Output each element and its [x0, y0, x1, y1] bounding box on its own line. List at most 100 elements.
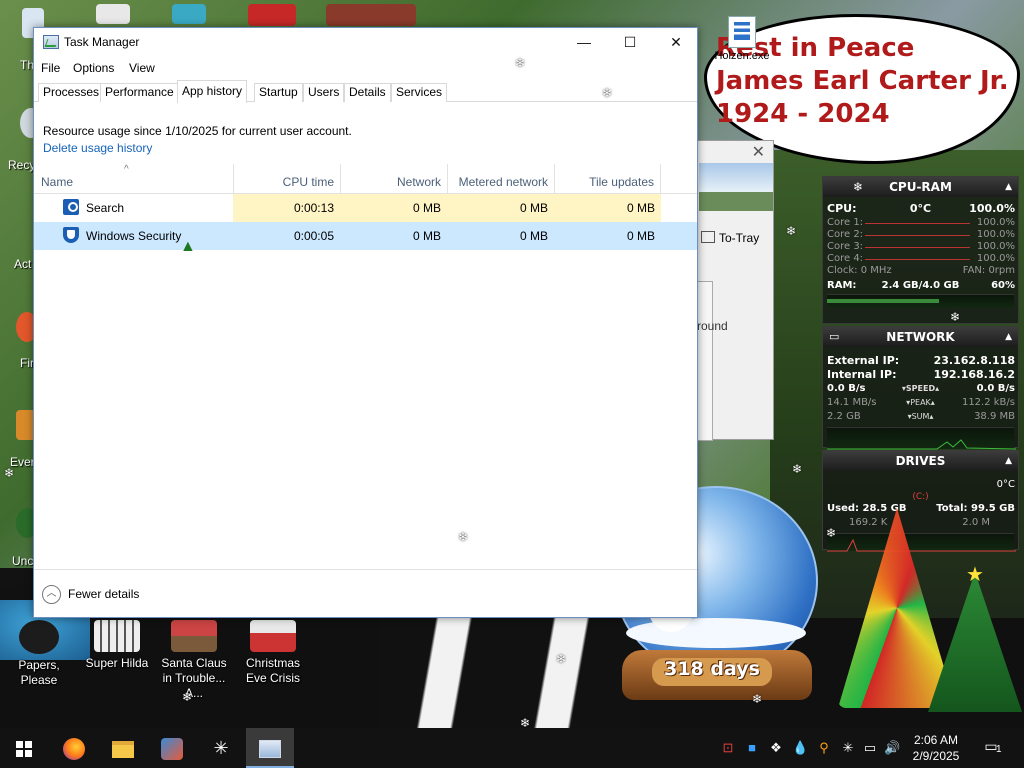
network-cell: 0 MB [412, 229, 441, 243]
tab-startup[interactable]: Startup [254, 83, 303, 102]
network-gadget[interactable]: ▭ NETWORK ▲ External IP: 23.162.8.118 In… [822, 326, 1019, 450]
app-name: Search [86, 201, 125, 215]
snowflake-taskbar-button[interactable]: ✳ [197, 728, 245, 768]
drives-gadget[interactable]: DRIVES ▲ 0°C (C:) Used: 28.5 GB Total: 9… [822, 450, 1019, 552]
peak-row: 14.1 MB/s ▾PEAK▴ 112.2 kB/s [823, 397, 1018, 411]
column-header-tile-updates[interactable]: Tile updates [554, 164, 661, 194]
desktop-icon-label: Papers, Please [18, 658, 60, 687]
taskbar-clock[interactable]: 2:06 AM 2/9/2025 [904, 732, 968, 764]
upload-peak: 112.2 kB/s [961, 397, 1015, 408]
core-row: Core 2: 100.0% [823, 229, 1018, 241]
holzen-exe-icon [728, 16, 756, 48]
column-header-name[interactable]: Name [34, 164, 233, 194]
gadget-title: DRIVES [895, 454, 946, 468]
super-hilda-icon [94, 620, 140, 652]
file-explorer-taskbar-button[interactable] [99, 728, 147, 768]
table-row[interactable]: Search 0:00:13 0 MB 0 MB 0 MB [34, 194, 697, 222]
snowflake-icon: ❄ [786, 224, 797, 238]
tray-window-icon[interactable]: ■ [744, 740, 760, 756]
tray-snowflake-icon[interactable]: ✳ [840, 740, 856, 756]
desktop-icon-label: Recy [8, 158, 36, 172]
start-button[interactable] [0, 728, 48, 768]
menu-view[interactable]: View [129, 61, 155, 75]
cpu-ram-gadget[interactable]: ❄ CPU-RAM ▲ CPU: 0°C 100.0% Core 1: 100.… [822, 176, 1019, 324]
column-header-network[interactable]: Network [340, 164, 447, 194]
drive-total: Total: 99.5 GB [936, 503, 1015, 514]
papers-please-icon [19, 620, 59, 654]
drive-graph-line [827, 538, 1016, 552]
desktop-icon-christmas-eve-crisis[interactable]: Christmas Eve Crisis [236, 620, 310, 686]
tab-services[interactable]: Services [391, 83, 448, 102]
firefox-taskbar-button[interactable] [50, 728, 98, 768]
gadget-title: CPU-RAM [889, 180, 952, 194]
window-title: Task Manager [64, 35, 140, 49]
desktop-icon-top[interactable] [96, 4, 130, 24]
ram-fill [827, 299, 940, 303]
close-icon[interactable]: ✕ [752, 142, 765, 162]
tab-details[interactable]: Details [344, 83, 391, 102]
chevron-up-icon[interactable]: ︿ [42, 585, 61, 604]
external-ip-value: 23.162.8.118 [933, 354, 1015, 367]
core-bar [865, 235, 970, 236]
desktop-icon-top[interactable] [172, 4, 206, 24]
snowflake-icon: ❄ [950, 310, 961, 324]
fewer-details-button[interactable]: Fewer details [68, 587, 139, 601]
clock-row: Clock: 0 MHz FAN: 0rpm [823, 265, 1018, 277]
tab-strip: Processes Performance App history Startu… [34, 80, 697, 103]
column-header-metered-network[interactable]: Metered network [447, 164, 554, 194]
sum-row: 2.2 GB ▾SUM▴ 38.9 MB [823, 411, 1018, 425]
core-row: Core 3: 100.0% [823, 241, 1018, 253]
column-header-label: Metered network [458, 175, 548, 189]
delete-usage-history-link[interactable]: Delete usage history [43, 141, 152, 155]
snowflake-icon: ❄ [752, 692, 763, 706]
snowflake-icon: ❄ [792, 462, 803, 476]
tray-app-icon[interactable]: ⊡ [720, 740, 736, 756]
table-row-selected[interactable]: Windows Security 0:00:05 0 MB 0 MB 0 MB [34, 222, 697, 250]
maximize-button[interactable]: ☐ [607, 28, 653, 58]
task-manager-window[interactable]: Task Manager — ☐ ✕ File Options View Pro… [33, 27, 698, 618]
internal-ip-value: 192.168.16.2 [933, 368, 1015, 381]
desktop-icon-top[interactable] [326, 4, 416, 26]
background-window-text: round [697, 319, 728, 333]
background-window[interactable]: ✕ To-Tray round [695, 140, 774, 441]
menu-options[interactable]: Options [73, 61, 114, 75]
close-button[interactable]: ✕ [653, 28, 699, 58]
desktop-icon-holzen[interactable]: Holzen.exe [714, 16, 770, 62]
tab-app-history[interactable]: App history [177, 80, 248, 103]
minimize-button[interactable]: — [561, 28, 607, 58]
desktop-icon-santa-claus[interactable]: Santa Claus in Trouble... A... [157, 620, 231, 701]
column-header-cpu-time[interactable]: CPU time [233, 164, 340, 194]
desktop-icon-label: Super Hilda [85, 656, 149, 670]
menu-file[interactable]: File [41, 61, 60, 75]
tray-search-icon[interactable]: ⚲ [816, 740, 832, 756]
tray-drop-icon[interactable]: 💧 [792, 740, 808, 756]
snowflake-icon: ❄ [515, 56, 526, 70]
notification-count: 1 [996, 744, 1002, 755]
volume-icon[interactable]: 🔊 [884, 740, 900, 756]
snowflake-icon: ❄ [556, 652, 567, 666]
collapse-icon[interactable]: ▲ [1005, 327, 1012, 347]
collapse-icon[interactable]: ▲ [1005, 177, 1012, 197]
tray-colorful-icon[interactable]: ❖ [768, 740, 784, 756]
tab-users[interactable]: Users [303, 83, 345, 102]
drive-graph [827, 533, 1016, 552]
desktop-icon-label: Santa Claus in Trouble... A... [161, 656, 227, 700]
to-tray-button[interactable]: To-Tray [701, 231, 759, 245]
title-bar[interactable]: Task Manager — ☐ ✕ [34, 28, 697, 58]
peak-tag-label: PEAK [910, 398, 931, 407]
desktop-icon-super-hilda[interactable]: Super Hilda [80, 620, 154, 671]
desktop-icon-papers-please[interactable]: Papers, Please [2, 620, 76, 688]
tab-processes[interactable]: Processes [38, 83, 105, 102]
christmas-eve-crisis-icon [250, 620, 296, 652]
core-value: 100.0% [976, 253, 1015, 264]
tab-performance[interactable]: Performance [100, 83, 179, 102]
desktop-icon-top[interactable] [248, 4, 296, 26]
app-taskbar-button[interactable] [148, 728, 196, 768]
collapse-icon[interactable]: ▲ [1005, 451, 1012, 471]
core-label: Core 4: [827, 253, 864, 264]
task-manager-taskbar-button[interactable] [246, 728, 294, 768]
snowflake-icon: ❄ [4, 466, 15, 480]
speed-row: 0.0 B/s ▾SPEED▴ 0.0 B/s [823, 383, 1018, 397]
network-icon[interactable]: ▭ [862, 740, 878, 756]
cpu-time-cell: 0:00:05 [293, 229, 334, 243]
